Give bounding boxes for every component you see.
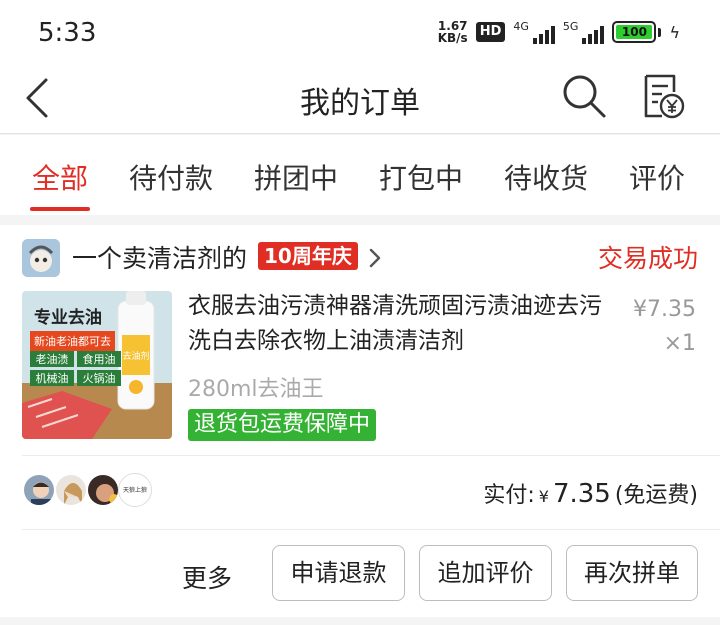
return-shipping-badge: 退货包运费保障中: [188, 409, 377, 441]
bill-receipt-icon[interactable]: [638, 72, 686, 120]
buyer-avatar: [54, 473, 88, 507]
thumb-tag: 食用油: [77, 351, 121, 367]
tab-all[interactable]: 全部: [32, 157, 88, 197]
add-review-button[interactable]: 追加评价: [419, 545, 552, 601]
signal-5g-label: 5G: [562, 20, 579, 33]
thumb-title: 专业去油: [34, 308, 102, 328]
order-card[interactable]: 一个卖清洁剂的 10周年庆 交易成功 去油剂 专业去油 新油老油都可去 老油渍 …: [0, 225, 720, 617]
tab-review[interactable]: 评价: [629, 157, 685, 197]
chevron-right-icon[interactable]: [368, 247, 382, 269]
signal-5g-icon: 5G: [563, 20, 605, 44]
divider: [22, 455, 720, 456]
battery-level: 100: [616, 25, 653, 39]
order-status: 交易成功: [597, 244, 698, 273]
active-tab-indicator: [30, 207, 90, 211]
paid-summary: 实付: ¥ 7.35 (免运费): [483, 477, 698, 509]
thumb-tag: 机械油: [30, 370, 74, 386]
status-bar: 5:33 1.67 KB/s HD 4G 5G 100 ϟ: [0, 0, 720, 64]
thumb-tag: 老油渍: [30, 351, 74, 367]
tab-pending-payment[interactable]: 待付款: [129, 157, 213, 197]
thumb-tag: 火锅油: [77, 370, 121, 386]
bottle-label: 去油剂: [122, 350, 149, 362]
paid-amount: 7.35: [552, 479, 611, 509]
product-spec: 280ml去油王: [188, 377, 324, 402]
apply-refund-button[interactable]: 申请退款: [272, 545, 405, 601]
nav-bar: 我的订单: [0, 64, 720, 134]
shop-avatar[interactable]: [22, 239, 60, 277]
order-tabs: 全部 待付款 拼团中 打包中 待收货 评价: [0, 135, 720, 215]
tab-packing[interactable]: 打包中: [379, 157, 463, 197]
signal-4g-label: 4G: [513, 20, 529, 33]
divider: [22, 529, 720, 530]
paid-label: 实付:: [483, 483, 535, 508]
tab-group-buying[interactable]: 拼团中: [254, 157, 338, 197]
group-buyers-avatars: 天狼上狼: [22, 473, 152, 507]
hd-voice-icon: HD: [475, 22, 506, 42]
buyer-avatar: [22, 473, 56, 507]
more-button[interactable]: 更多: [182, 559, 232, 595]
network-speed: 1.67 KB/s: [438, 20, 468, 44]
shop-name[interactable]: 一个卖清洁剂的: [72, 239, 247, 275]
status-time: 5:33: [38, 18, 97, 48]
network-speed-unit: KB/s: [437, 31, 468, 45]
buyer-avatar: [86, 473, 120, 507]
signal-4g-icon: 4G: [513, 20, 555, 44]
buyer-avatar-text: 天狼上狼: [122, 487, 147, 494]
charging-icon: ϟ: [669, 22, 680, 42]
unit-price: ¥7.35: [633, 297, 696, 322]
product-thumbnail[interactable]: 去油剂 专业去油 新油老油都可去 老油渍 食用油 机械油 火锅油: [22, 291, 172, 439]
battery-icon: 100: [612, 21, 662, 43]
search-icon[interactable]: [560, 72, 608, 120]
buyer-avatar: 天狼上狼: [118, 473, 152, 507]
tab-to-receive[interactable]: 待收货: [504, 157, 588, 197]
thumb-subtitle: 新油老油都可去: [30, 331, 115, 351]
status-icons: 1.67 KB/s HD 4G 5G 100 ϟ: [438, 20, 680, 44]
product-title[interactable]: 衣服去油污渍神器清洗顽固污渍油迹去污洗白去除衣物上油渍清洁剂: [188, 289, 618, 359]
reorder-button[interactable]: 再次拼单: [566, 545, 698, 601]
anniversary-badge: 10周年庆: [258, 242, 358, 270]
paid-currency: ¥: [538, 487, 549, 506]
shipping-note: (免运费): [614, 483, 698, 508]
page-title: 我的订单: [300, 86, 420, 121]
quantity: ×1: [663, 331, 696, 356]
